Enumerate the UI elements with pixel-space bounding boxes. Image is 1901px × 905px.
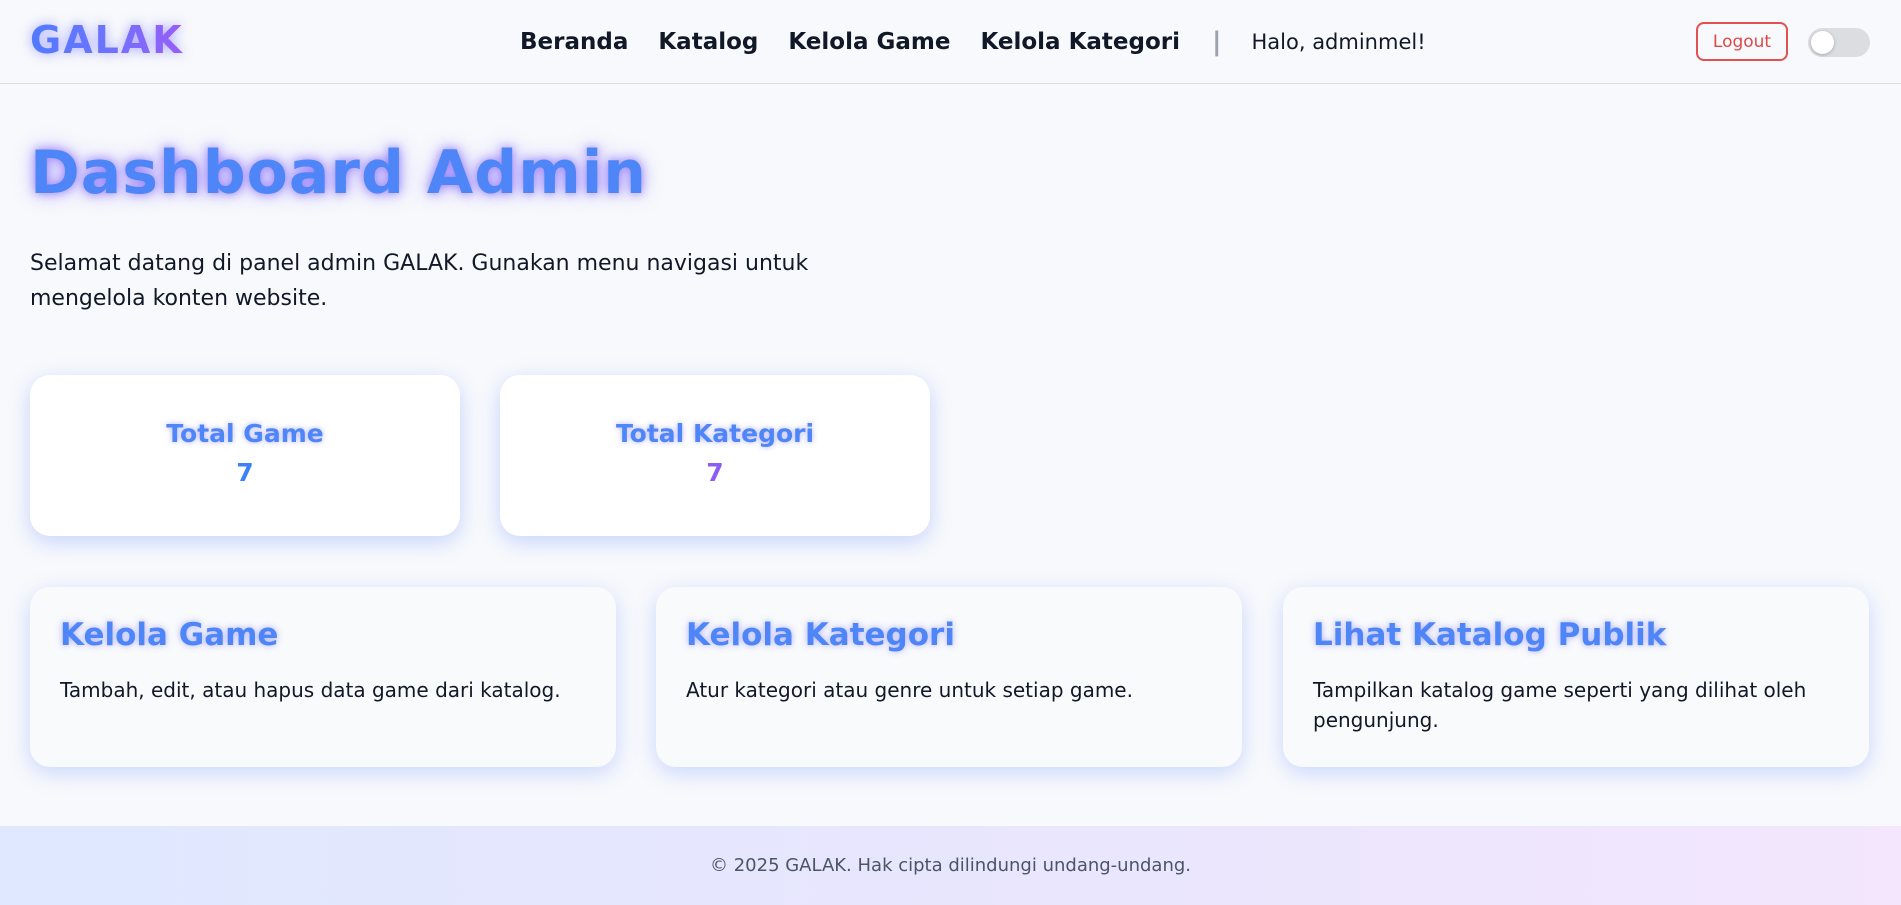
- nav-link-kelola-kategori[interactable]: Kelola Kategori: [980, 29, 1180, 55]
- top-navbar: GALAK Beranda Katalog Kelola Game Kelola…: [0, 0, 1901, 84]
- stat-value: 7: [706, 458, 724, 487]
- action-card-title: Kelola Kategori: [686, 617, 955, 653]
- action-card-title: Kelola Game: [60, 617, 279, 653]
- action-card-kelola-kategori[interactable]: Kelola Kategori Atur kategori atau genre…: [656, 587, 1242, 767]
- nav-links: Beranda Katalog Kelola Game Kelola Kateg…: [520, 0, 1426, 84]
- toggle-knob: [1811, 31, 1834, 54]
- stat-card-total-game: Total Game 7: [30, 375, 460, 536]
- stat-card-total-kategori: Total Kategori 7: [500, 375, 930, 536]
- footer-copyright: © 2025 GALAK. Hak cipta dilindungi undan…: [709, 855, 1192, 876]
- theme-toggle[interactable]: [1808, 28, 1870, 57]
- user-greeting: Halo, adminmel!: [1251, 30, 1426, 54]
- nav-link-beranda[interactable]: Beranda: [520, 29, 628, 55]
- nav-link-kelola-game[interactable]: Kelola Game: [788, 29, 950, 55]
- nav-separator: |: [1212, 27, 1222, 57]
- action-card-title: Lihat Katalog Publik: [1313, 617, 1667, 653]
- page-footer: © 2025 GALAK. Hak cipta dilindungi undan…: [0, 826, 1901, 905]
- stat-label: Total Game: [166, 419, 324, 448]
- welcome-text: Selamat datang di panel admin GALAK. Gun…: [30, 251, 809, 311]
- page-title: Dashboard Admin: [30, 138, 647, 208]
- nav-link-katalog[interactable]: Katalog: [658, 29, 758, 55]
- stat-label: Total Kategori: [615, 419, 815, 448]
- action-card-description: Tambah, edit, atau hapus data game dari …: [60, 678, 561, 702]
- action-card-kelola-game[interactable]: Kelola Game Tambah, edit, atau hapus dat…: [30, 587, 616, 767]
- action-card-description: Tampilkan katalog game seperti yang dili…: [1313, 678, 1807, 732]
- galak-logo[interactable]: GALAK: [30, 18, 184, 62]
- action-card-description: Atur kategori atau genre untuk setiap ga…: [686, 678, 1133, 702]
- action-card-lihat-katalog[interactable]: Lihat Katalog Publik Tampilkan katalog g…: [1283, 587, 1869, 767]
- stat-value: 7: [236, 458, 254, 487]
- logout-button[interactable]: Logout: [1696, 22, 1788, 61]
